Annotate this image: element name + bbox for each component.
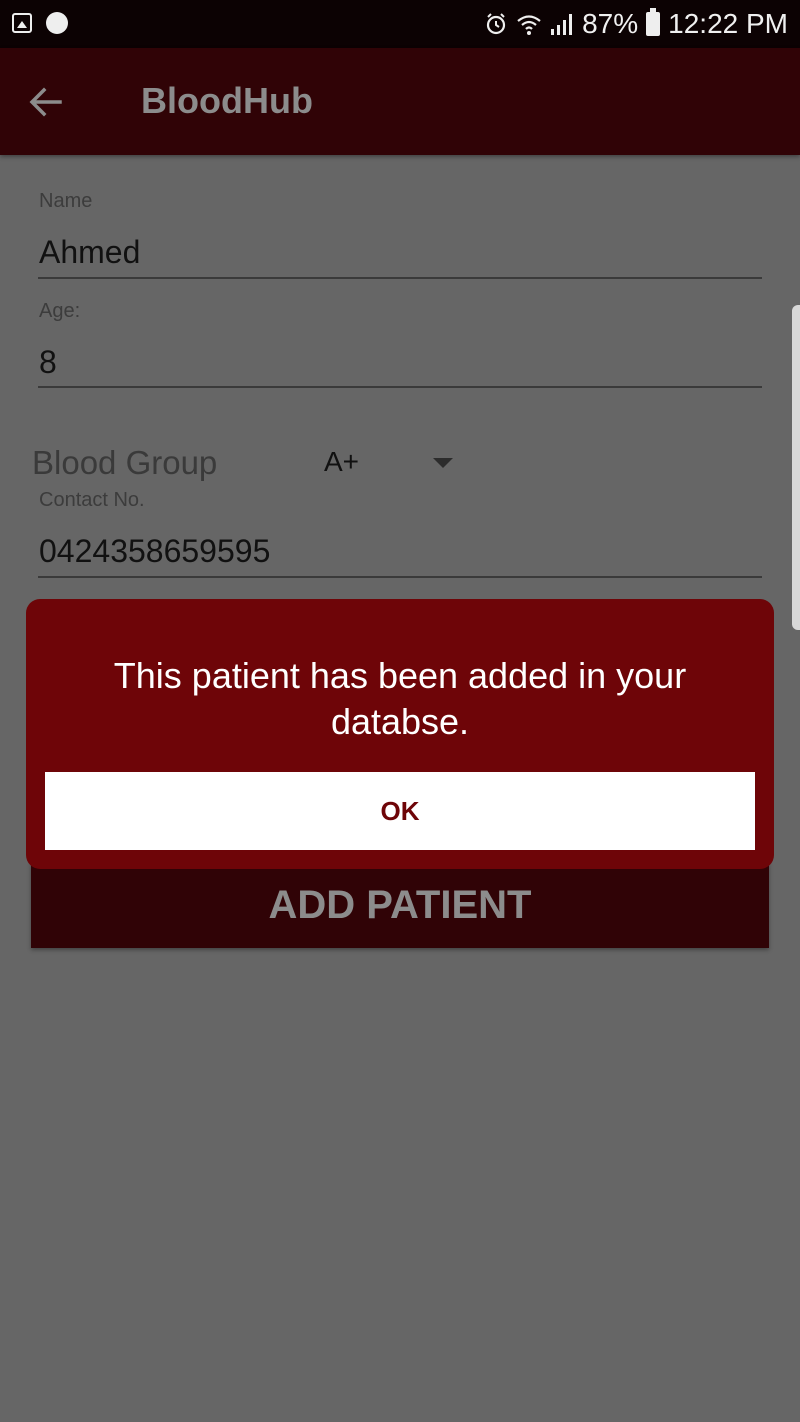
age-field-underline [38,386,762,388]
dropdown-arrow-icon[interactable] [433,458,453,468]
app-title: BloodHub [141,80,313,121]
age-label: Age: [39,300,81,322]
battery-percent: 87% [582,8,639,39]
ok-button[interactable]: OK [45,772,755,850]
wifi-icon [516,12,542,36]
circle-icon [46,12,68,34]
name-field[interactable]: Ahmed [39,234,140,271]
contact-field-underline [38,576,762,578]
contact-label: Contact No. [39,489,145,511]
signal-icon [550,12,574,36]
blood-group-select[interactable]: A+ [324,446,359,478]
name-label: Name [39,190,93,212]
status-bar: 87% 12:22 PM [0,0,800,48]
age-field[interactable]: 8 [39,344,57,381]
scroll-edge [792,305,800,630]
add-patient-button[interactable]: ADD PATIENT [31,862,769,948]
battery-icon [646,8,661,36]
blood-group-label: Blood Group [32,444,218,481]
arrow-left-icon[interactable] [26,82,66,122]
app-bar: BloodHub [0,48,800,155]
confirmation-dialog: This patient has been added in your data… [26,599,774,869]
alarm-icon [484,12,508,36]
dialog-message: This patient has been added in your data… [113,655,687,742]
clock-time: 12:22 PM [668,8,788,39]
name-field-underline [38,277,762,279]
gallery-icon [12,13,32,33]
contact-field[interactable]: 0424358659595 [39,533,270,570]
